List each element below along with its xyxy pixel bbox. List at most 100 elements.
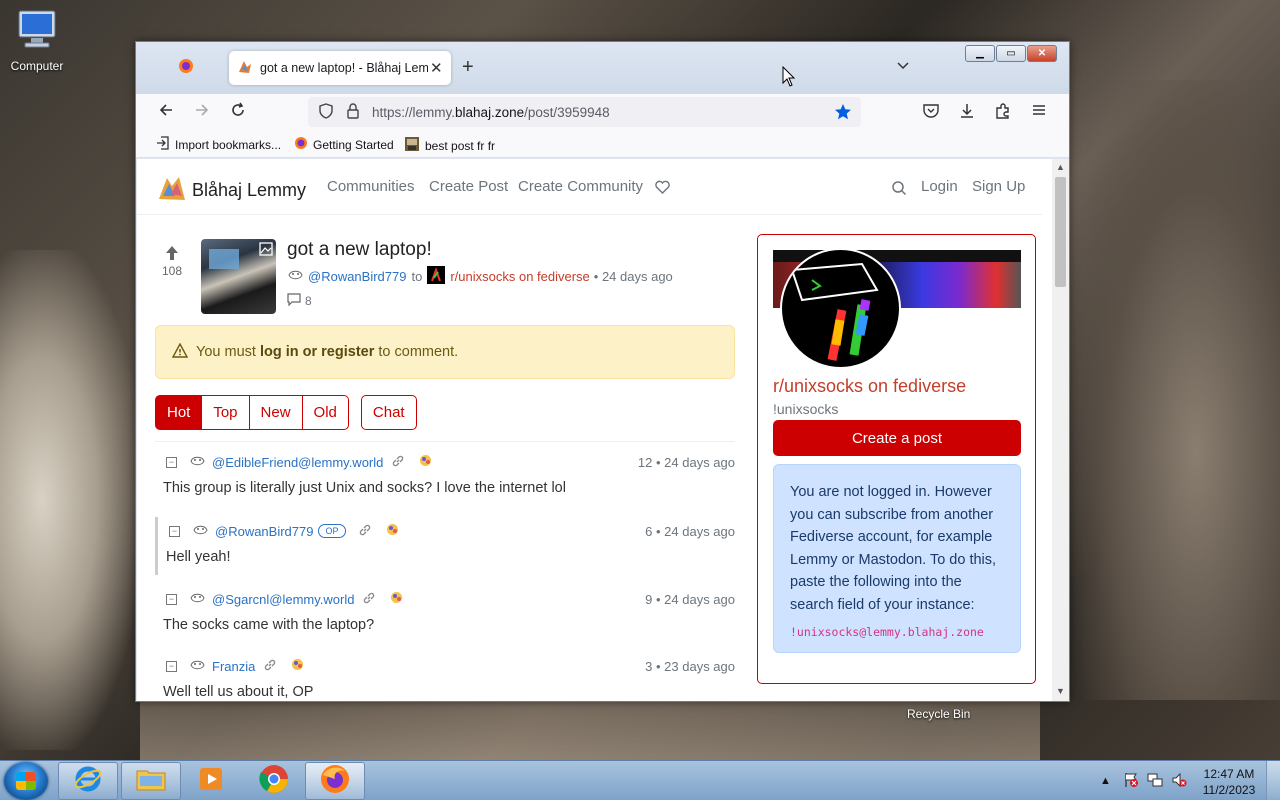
- thumbnail-screen: [209, 249, 239, 269]
- new-tab-button[interactable]: +: [462, 56, 474, 79]
- community-avatar-icon: [427, 266, 446, 287]
- scrollbar-thumb[interactable]: [1055, 177, 1066, 287]
- link-icon[interactable]: [362, 591, 376, 608]
- create-post-button[interactable]: Create a post: [773, 420, 1021, 456]
- post-comments-link[interactable]: 8: [287, 293, 312, 309]
- post-thumbnail[interactable]: [201, 239, 276, 314]
- post-meta: @RowanBird779 to r/unixsocks on fedivers…: [287, 266, 673, 287]
- community-handle: !unixsocks: [773, 401, 839, 417]
- post-community[interactable]: r/unixsocks on fediverse: [450, 269, 589, 284]
- heart-icon[interactable]: [655, 180, 670, 198]
- wallpaper-highlight: [0, 250, 140, 750]
- user-avatar-icon: [189, 592, 206, 607]
- comment-meta: 6 • 24 days ago: [645, 523, 735, 539]
- bookmark-import[interactable]: Import bookmarks...: [156, 136, 281, 153]
- taskbar-media-player[interactable]: [182, 762, 242, 800]
- reload-icon[interactable]: [230, 102, 246, 123]
- page-scrollbar[interactable]: ▲ ▼: [1052, 159, 1069, 701]
- back-arrow-icon[interactable]: [158, 102, 174, 123]
- link-icon[interactable]: [391, 454, 405, 471]
- comment-header: − @EdibleFriend@lemmy.world 12 • 24 days…: [155, 451, 735, 473]
- vote-widget: 108: [155, 245, 189, 278]
- collapse-icon[interactable]: −: [166, 456, 177, 468]
- show-desktop-button[interactable]: [1266, 761, 1280, 800]
- collapse-icon[interactable]: −: [166, 660, 177, 672]
- alert-suffix: to comment.: [374, 344, 459, 360]
- community-title[interactable]: r/unixsocks on fediverse: [773, 376, 966, 397]
- close-window-button[interactable]: ✕: [1027, 45, 1057, 62]
- clock[interactable]: 12:47 AM 11/2/2023: [1198, 766, 1260, 798]
- close-tab-icon[interactable]: ✕: [430, 59, 443, 77]
- nav-communities[interactable]: Communities: [327, 178, 415, 195]
- taskbar-firefox[interactable]: [305, 762, 365, 800]
- comment-text: This group is literally just Unix and so…: [163, 480, 566, 496]
- search-icon[interactable]: [891, 180, 907, 200]
- url-text: https://lemmy.blahaj.zone/post/3959948: [372, 105, 610, 120]
- tab-inactive[interactable]: [146, 51, 226, 85]
- taskbar-chrome[interactable]: [244, 762, 304, 800]
- comment-author[interactable]: Franzia: [212, 659, 255, 674]
- sort-hot[interactable]: Hot: [155, 395, 203, 430]
- desktop-icon-recycle-bin[interactable]: Recycle Bin: [907, 707, 970, 721]
- nav-create-post[interactable]: Create Post: [429, 178, 508, 195]
- upvote-arrow-icon[interactable]: [155, 245, 189, 264]
- forward-arrow-icon[interactable]: [194, 102, 210, 123]
- lock-icon[interactable]: [346, 102, 360, 122]
- user-avatar-icon: [192, 524, 209, 539]
- site-brand[interactable]: Blåhaj Lemmy: [157, 174, 306, 207]
- scroll-down-icon[interactable]: ▼: [1056, 686, 1065, 696]
- instance-favicon-icon: [291, 658, 304, 674]
- taskbar-ie[interactable]: [58, 762, 118, 800]
- collapse-icon[interactable]: −: [166, 593, 177, 605]
- download-icon[interactable]: [958, 102, 976, 125]
- comment-reply: − @RowanBird779 OP 6 • 24 days ago Hell …: [155, 517, 735, 575]
- post-age: • 24 days ago: [593, 269, 673, 284]
- comment-header: − @Sgarcnl@lemmy.world 9 • 24 days ago: [155, 588, 735, 610]
- taskbar-explorer[interactable]: [121, 762, 181, 800]
- maximize-button[interactable]: ▭: [996, 45, 1026, 62]
- bookmark-star-icon[interactable]: [834, 103, 852, 124]
- signup-link[interactable]: Sign Up: [972, 178, 1025, 195]
- sort-old[interactable]: Old: [302, 395, 349, 430]
- collapse-icon[interactable]: −: [169, 525, 180, 537]
- desktop-icon-computer[interactable]: Computer: [6, 8, 68, 73]
- link-icon[interactable]: [358, 523, 372, 540]
- bookmark-thumbnail-icon: [404, 136, 420, 155]
- bookmark-getting-started[interactable]: Getting Started: [294, 136, 394, 153]
- comment-icon: [287, 293, 301, 309]
- scroll-up-icon[interactable]: ▲: [1056, 162, 1065, 172]
- login-link[interactable]: Login: [921, 178, 958, 195]
- comment: − Franzia 3 • 23 days ago Well tell us a…: [155, 655, 735, 701]
- minimize-button[interactable]: ▁: [965, 45, 995, 62]
- post-author[interactable]: @RowanBird779: [308, 269, 406, 284]
- extensions-icon[interactable]: [994, 102, 1012, 125]
- tray-expand-icon[interactable]: ▲: [1100, 775, 1111, 787]
- network-icon[interactable]: [1147, 772, 1163, 791]
- pocket-icon[interactable]: [922, 102, 940, 125]
- comment-author[interactable]: @Sgarcnl@lemmy.world: [212, 592, 354, 607]
- comment-author[interactable]: @RowanBird779: [215, 524, 313, 539]
- menu-icon[interactable]: [1031, 102, 1047, 123]
- nav-create-community[interactable]: Create Community: [518, 178, 643, 195]
- url-prefix: https://lemmy.: [372, 104, 456, 120]
- shield-icon[interactable]: [318, 102, 334, 122]
- start-button[interactable]: [4, 762, 48, 800]
- chat-view-button[interactable]: Chat: [360, 395, 417, 430]
- link-icon[interactable]: [263, 658, 277, 675]
- image-expand-icon: [259, 242, 273, 261]
- post-title[interactable]: got a new laptop!: [287, 239, 432, 261]
- volume-muted-icon[interactable]: [1171, 772, 1187, 791]
- sort-bar: Hot Top New Old Chat: [155, 395, 417, 430]
- chevron-down-icon[interactable]: [896, 58, 910, 76]
- comment-author[interactable]: @EdibleFriend@lemmy.world: [212, 455, 383, 470]
- sort-new[interactable]: New: [249, 395, 303, 430]
- blahaj-logo-icon: [157, 174, 187, 207]
- login-register-link[interactable]: log in or register: [260, 344, 374, 360]
- shark-favicon-icon: [237, 59, 253, 78]
- action-center-flag-icon[interactable]: [1123, 772, 1139, 791]
- sort-top[interactable]: Top: [202, 395, 250, 430]
- bookmark-best-post[interactable]: best post fr fr: [404, 136, 495, 155]
- tab-active[interactable]: got a new laptop! - Blåhaj Lemm ✕: [229, 51, 451, 85]
- url-bar[interactable]: https://lemmy.blahaj.zone/post/3959948: [308, 97, 861, 127]
- community-sidebar: r/unixsocks on fediverse !unixsocks Crea…: [757, 234, 1036, 684]
